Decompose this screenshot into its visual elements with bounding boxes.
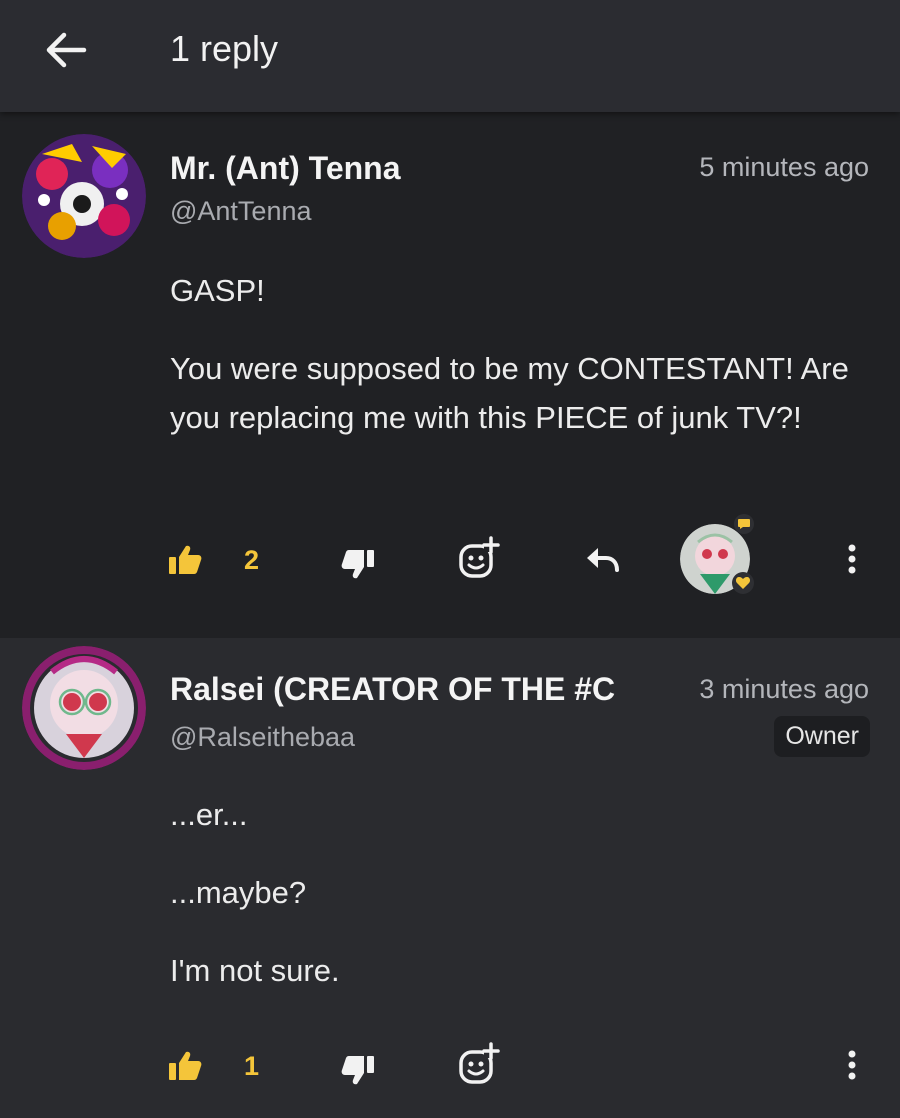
page-title: 1 reply — [170, 28, 279, 69]
like-button[interactable] — [168, 544, 202, 576]
reply-icon — [587, 548, 619, 572]
comment-paragraph: I'm not sure. — [170, 953, 340, 988]
chat-bubble-icon — [734, 514, 754, 534]
back-button[interactable] — [40, 24, 92, 76]
add-reaction-button[interactable] — [458, 1042, 500, 1086]
add-reaction-icon — [459, 536, 500, 578]
add-reaction-button[interactable] — [458, 536, 500, 580]
dislike-button[interactable] — [341, 548, 375, 580]
more-options-button[interactable] — [838, 1048, 866, 1082]
top-bar: 1 reply — [0, 0, 900, 112]
parent-comment: Mr. (Ant) Tenna @AntTenna 5 minutes ago … — [0, 112, 900, 638]
comment-body: ...er... ...maybe? I'm not sure. — [170, 790, 870, 1024]
add-reaction-icon — [459, 1042, 500, 1084]
more-vertical-icon — [848, 1050, 856, 1080]
dislike-button[interactable] — [341, 1054, 375, 1086]
author-name[interactable]: Ralsei (CREATOR OF THE #C — [170, 671, 652, 708]
timestamp: 5 minutes ago — [699, 152, 869, 182]
arrow-left-icon — [46, 32, 87, 68]
thumbs-up-icon — [169, 1051, 202, 1080]
thumbs-up-icon — [169, 545, 202, 574]
comment-actions: 1 — [0, 1038, 900, 1098]
more-vertical-icon — [848, 544, 856, 574]
more-options-button[interactable] — [838, 542, 866, 576]
like-button[interactable] — [168, 1050, 202, 1082]
avatar[interactable] — [22, 646, 146, 770]
like-count: 2 — [244, 545, 260, 575]
like-count: 1 — [244, 1051, 260, 1081]
author-name[interactable]: Mr. (Ant) Tenna — [170, 150, 401, 187]
author-handle[interactable]: @AntTenna — [170, 196, 312, 227]
comment-paragraph: You were supposed to be my CONTESTANT! A… — [170, 351, 849, 435]
comment-body: GASP! You were supposed to be my CONTEST… — [170, 266, 870, 471]
heart-icon — [732, 572, 754, 594]
comment-paragraph: ...er... — [170, 797, 248, 832]
timestamp: 3 minutes ago — [699, 674, 869, 704]
comment-actions: 2 — [0, 514, 900, 594]
thumbs-down-icon — [341, 1056, 374, 1085]
owner-badge: Owner — [774, 716, 870, 757]
comment-paragraph: GASP! — [170, 273, 265, 308]
author-handle[interactable]: @Ralseithebaa — [170, 722, 355, 753]
comment-paragraph: ...maybe? — [170, 875, 307, 910]
reply-button[interactable] — [584, 544, 620, 576]
reply-comment: Ralsei (CREATOR OF THE #C @Ralseithebaa … — [0, 638, 900, 1118]
avatar[interactable] — [22, 134, 146, 258]
thumbs-down-icon — [341, 550, 374, 579]
